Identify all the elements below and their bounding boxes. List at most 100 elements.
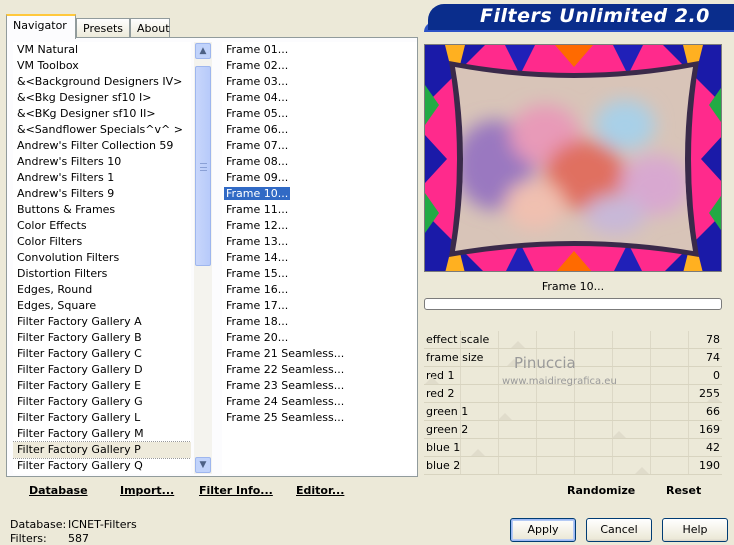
filter-item[interactable]: Frame 06...: [222, 122, 417, 138]
category-item[interactable]: Filter Factory Gallery M: [13, 426, 191, 442]
help-button[interactable]: Help: [662, 518, 728, 542]
slider-thumb[interactable]: [425, 377, 439, 384]
filter-item[interactable]: Frame 23 Seamless...: [222, 378, 417, 394]
slider-tick: [650, 385, 651, 403]
slider-tick: [650, 439, 651, 457]
category-item[interactable]: VM Natural: [13, 42, 191, 58]
slider-effect-scale[interactable]: effect scale 78: [424, 331, 722, 349]
apply-button[interactable]: Apply: [510, 518, 576, 542]
category-item[interactable]: Edges, Square: [13, 298, 191, 314]
filter-list[interactable]: Frame 01... Frame 02... Frame 03... Frame 0…: [222, 42, 417, 474]
filter-info-button[interactable]: Filter Info...: [199, 484, 273, 497]
category-item[interactable]: Distortion Filters: [13, 266, 191, 282]
filter-item-label: Frame 22 Seamless...: [226, 363, 345, 376]
slider-blue-1[interactable]: blue 1 42: [424, 439, 722, 457]
slider-green-1[interactable]: green 1 66: [424, 403, 722, 421]
category-item[interactable]: Filter Factory Gallery Q: [13, 458, 191, 474]
database-button[interactable]: Database: [29, 484, 88, 497]
editor-button[interactable]: Editor...: [296, 484, 344, 497]
filter-item[interactable]: Frame 16...: [222, 282, 417, 298]
filter-item[interactable]: Frame 14...: [222, 250, 417, 266]
category-item[interactable]: Color Filters: [13, 234, 191, 250]
filter-item-label: Frame 24 Seamless...: [226, 395, 345, 408]
slider-tick: [498, 457, 499, 475]
tab-navigator[interactable]: Navigator: [6, 14, 76, 39]
slider-tick: [574, 331, 575, 349]
slider-tick: [536, 331, 537, 349]
slider-thumb[interactable]: [635, 467, 650, 474]
list-divider: [216, 38, 220, 476]
filter-item[interactable]: Frame 15...: [222, 266, 417, 282]
category-item[interactable]: Edges, Round: [13, 282, 191, 298]
filter-item[interactable]: Frame 09...: [222, 170, 417, 186]
randomize-button[interactable]: Randomize: [567, 484, 635, 497]
filter-item[interactable]: Frame 21 Seamless...: [222, 346, 417, 362]
category-item[interactable]: Color Effects: [13, 218, 191, 234]
filter-item[interactable]: Frame 02...: [222, 58, 417, 74]
filter-item-label: Frame 18...: [226, 315, 289, 328]
filter-item[interactable]: Frame 04...: [222, 90, 417, 106]
filter-item[interactable]: Frame 07...: [222, 138, 417, 154]
slider-thumb[interactable]: [707, 395, 721, 402]
category-item[interactable]: Filter Factory Gallery C: [13, 346, 191, 362]
scroll-thumb[interactable]: [195, 66, 211, 266]
preview-image: [425, 45, 721, 271]
category-item[interactable]: &<Sandflower Specials^v^ >: [13, 122, 191, 138]
slider-green-2[interactable]: green 2 169: [424, 421, 722, 439]
filter-item-label: Frame 01...: [226, 43, 289, 56]
category-item[interactable]: &<BKg Designer sf10 II>: [13, 106, 191, 122]
tab-about[interactable]: About: [130, 18, 170, 38]
filter-item[interactable]: Frame 01...: [222, 42, 417, 58]
category-item[interactable]: &<Bkg Designer sf10 I>: [13, 90, 191, 106]
filter-item[interactable]: Frame 18...: [222, 314, 417, 330]
scroll-up-icon[interactable]: ▲: [195, 43, 211, 59]
category-item[interactable]: Filter Factory Gallery L: [13, 410, 191, 426]
category-item[interactable]: Filter Factory Gallery G: [13, 394, 191, 410]
filter-item[interactable]: Frame 03...: [222, 74, 417, 90]
filter-item[interactable]: Frame 17...: [222, 298, 417, 314]
filter-item[interactable]: Frame 22 Seamless...: [222, 362, 417, 378]
slider-thumb[interactable]: [611, 431, 626, 438]
cancel-button[interactable]: Cancel: [586, 518, 652, 542]
category-item[interactable]: Convolution Filters: [13, 250, 191, 266]
category-item[interactable]: Andrew's Filters 1: [13, 170, 191, 186]
filter-item[interactable]: Frame 10...: [222, 186, 417, 202]
category-scrollbar[interactable]: ▲ ▼: [194, 42, 212, 474]
category-item[interactable]: Filter Factory Gallery E: [13, 378, 191, 394]
slider-blue-2[interactable]: blue 2 190: [424, 457, 722, 475]
filter-item[interactable]: Frame 11...: [222, 202, 417, 218]
tab-presets[interactable]: Presets: [76, 18, 130, 38]
slider-red-2[interactable]: red 2 255: [424, 385, 722, 403]
filter-item[interactable]: Frame 24 Seamless...: [222, 394, 417, 410]
slider-thumb[interactable]: [497, 413, 512, 420]
slider-thumb[interactable]: [511, 341, 526, 348]
filter-item[interactable]: Frame 08...: [222, 154, 417, 170]
category-item[interactable]: Filter Factory Gallery P: [13, 441, 191, 459]
slider-tick: [688, 367, 689, 385]
slider-tick: [498, 385, 499, 403]
filter-item[interactable]: Frame 12...: [222, 218, 417, 234]
category-item[interactable]: Filter Factory Gallery B: [13, 330, 191, 346]
slider-track[interactable]: [424, 474, 722, 475]
category-item[interactable]: &<Background Designers IV>: [13, 74, 191, 90]
category-item[interactable]: Buttons & Frames: [13, 202, 191, 218]
reset-button[interactable]: Reset: [666, 484, 701, 497]
slider-tick: [498, 439, 499, 457]
category-item[interactable]: Filter Factory Gallery D: [13, 362, 191, 378]
slider-thumb[interactable]: [471, 449, 486, 456]
category-item[interactable]: VM Toolbox: [13, 58, 191, 74]
category-item[interactable]: Andrew's Filters 9: [13, 186, 191, 202]
parameter-value: 169: [699, 423, 720, 436]
filter-item[interactable]: Frame 25 Seamless...: [222, 410, 417, 426]
slider-tick: [498, 421, 499, 439]
category-item[interactable]: Filter Factory Gallery A: [13, 314, 191, 330]
slider-tick: [536, 439, 537, 457]
import-button[interactable]: Import...: [120, 484, 174, 497]
category-list[interactable]: VM Natural VM Toolbox &<Background Designe…: [13, 42, 191, 474]
filter-item[interactable]: Frame 05...: [222, 106, 417, 122]
filter-item[interactable]: Frame 13...: [222, 234, 417, 250]
category-item[interactable]: Andrew's Filter Collection 59: [13, 138, 191, 154]
category-item[interactable]: Andrew's Filters 10: [13, 154, 191, 170]
scroll-down-icon[interactable]: ▼: [195, 457, 211, 473]
filter-item[interactable]: Frame 20...: [222, 330, 417, 346]
